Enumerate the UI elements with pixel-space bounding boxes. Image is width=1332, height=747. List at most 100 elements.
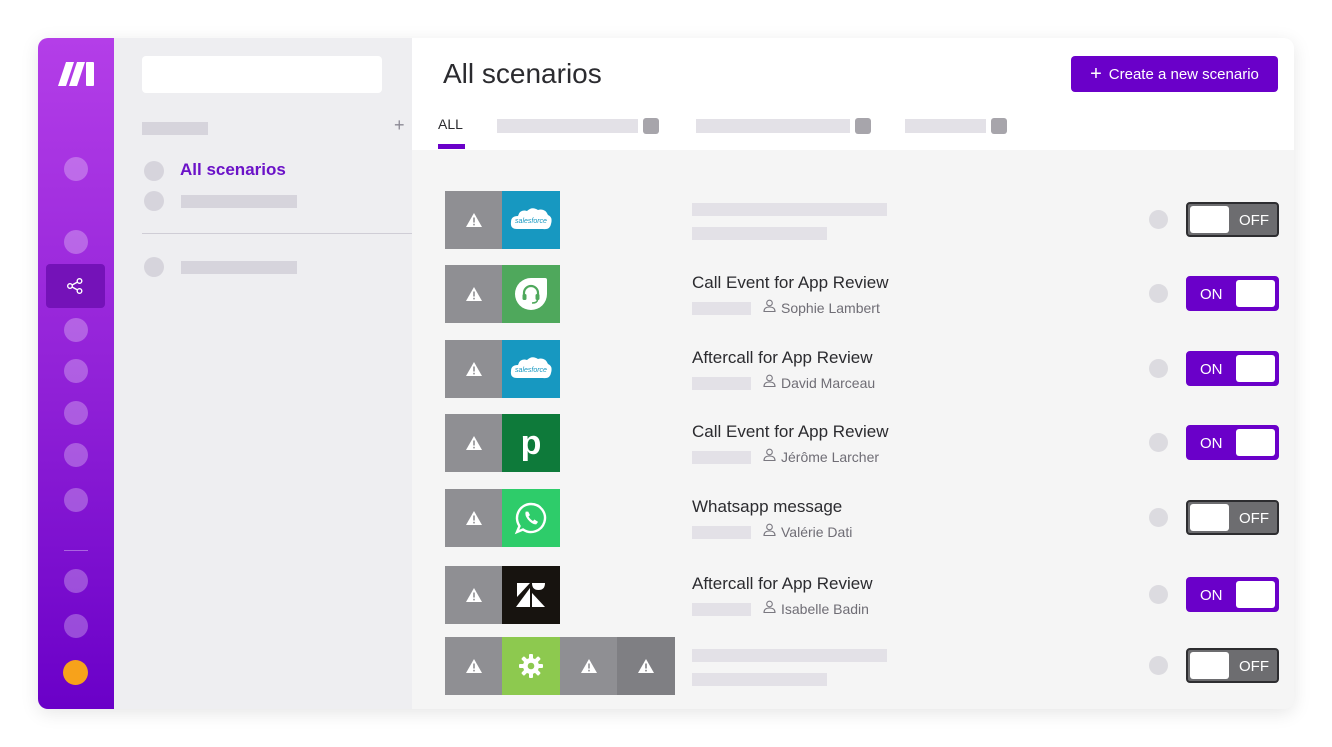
scenario-row[interactable]: salesforce Aftercall for App Review Davi… [412,340,1294,398]
folder-icon [144,191,164,211]
tab-all[interactable]: ALL [438,116,463,132]
scenario-row[interactable]: Call Event for App Review Sophie Lambert… [412,265,1294,323]
folder-item-all-scenarios[interactable]: All scenarios [180,160,286,180]
scenario-toggle[interactable]: ON [1186,276,1279,311]
nav-item[interactable] [64,230,88,254]
scenario-author: David Marceau [781,375,876,391]
salesforce-icon: salesforce [502,340,560,398]
pipedrive-icon: p [502,414,560,472]
nav-rail [38,38,114,709]
nav-item[interactable] [64,614,88,638]
scenario-meta-placeholder [692,673,827,686]
warning-icon [445,637,503,695]
nav-item[interactable] [64,488,88,512]
tab-placeholder[interactable] [696,119,850,133]
toggle-knob [1190,206,1229,233]
scenario-name[interactable]: Call Event for App Review [692,273,889,293]
scenario-row[interactable]: OFF [412,637,1294,695]
status-indicator [1149,359,1168,378]
scenario-name[interactable]: Whatsapp message [692,497,842,517]
folders-heading-placeholder [142,122,208,135]
person-icon [763,448,776,466]
page-title: All scenarios [443,58,602,89]
scenario-row[interactable]: salesforce OFF [412,191,1294,249]
tab-placeholder[interactable] [497,119,638,133]
scenario-meta: Jérôme Larcher [692,448,879,466]
tab-count-badge [991,118,1007,134]
scenario-toggle[interactable]: ON [1186,351,1279,386]
active-tab-indicator [438,144,465,149]
toggle-label: ON [1200,361,1223,378]
nav-item[interactable] [64,569,88,593]
warning-icon [617,637,675,695]
scenario-name[interactable]: Call Event for App Review [692,422,889,442]
toggle-knob [1190,504,1229,531]
nav-item-scenarios[interactable] [46,264,105,308]
search-input[interactable] [142,56,382,93]
status-indicator [1149,508,1168,527]
tab-placeholder[interactable] [905,119,986,133]
meta-placeholder [692,450,751,464]
scenario-toggle[interactable]: OFF [1186,202,1279,237]
toggle-knob [1190,652,1229,679]
create-scenario-button[interactable]: + Create a new scenario [1071,56,1278,92]
toggle-label: ON [1200,286,1223,303]
salesforce-icon: salesforce [502,191,560,249]
folder-item-placeholder[interactable] [181,261,297,274]
tab-count-badge [643,118,659,134]
person-icon [763,374,776,392]
scenario-meta: Valérie Dati [692,523,852,541]
scenario-row[interactable]: Whatsapp message Valérie Dati OFF [412,489,1294,547]
nav-item[interactable] [64,401,88,425]
create-scenario-label: Create a new scenario [1108,65,1259,83]
scenario-row[interactable]: p Call Event for App Review Jérôme Larch… [412,414,1294,472]
warning-icon [445,191,503,249]
whatsapp-icon [502,489,560,547]
scenario-toggle[interactable]: OFF [1186,648,1279,683]
nav-item[interactable] [64,359,88,383]
scenario-toggle[interactable]: ON [1186,577,1279,612]
freshdesk-icon [502,265,560,323]
toggle-knob [1236,355,1275,382]
nav-item[interactable] [64,443,88,467]
scenario-author: Jérôme Larcher [781,449,880,465]
scenario-meta: Isabelle Badin [692,600,869,618]
status-indicator [1149,585,1168,604]
plus-icon[interactable]: + [394,116,405,134]
salesforce-wordmark: salesforce [515,218,547,225]
status-indicator [1149,210,1168,229]
scenario-meta: David Marceau [692,374,875,392]
scenario-row[interactable]: Aftercall for App Review Isabelle Badin … [412,566,1294,624]
user-avatar[interactable] [63,660,88,685]
meta-placeholder [692,301,751,315]
scenario-name[interactable]: Aftercall for App Review [692,348,872,368]
meta-placeholder [692,602,751,616]
folder-item-placeholder[interactable] [181,195,297,208]
app-window: + All scenarios All scenarios + Create a… [38,38,1294,709]
tab-count-badge [855,118,871,134]
scenario-name[interactable]: Aftercall for App Review [692,574,872,594]
gear-icon [502,637,560,695]
zendesk-icon [502,566,560,624]
status-indicator [1149,433,1168,452]
toggle-knob [1236,581,1275,608]
scenario-toggle[interactable]: OFF [1186,500,1279,535]
make-logo-icon[interactable] [56,60,96,88]
folder-icon [144,257,164,277]
person-icon [763,523,776,541]
scenario-meta: Sophie Lambert [692,299,880,317]
toggle-label: OFF [1239,658,1269,675]
warning-icon [445,566,503,624]
toggle-label: ON [1200,587,1223,604]
nav-item[interactable] [64,318,88,342]
folder-icon [144,161,164,181]
scenario-toggle[interactable]: ON [1186,425,1279,460]
warning-icon [445,414,503,472]
nav-item[interactable] [64,157,88,181]
person-icon [763,600,776,618]
plus-icon: + [1090,63,1102,85]
scenario-name-placeholder [692,649,887,662]
meta-placeholder [692,525,751,539]
page-header: All scenarios + Create a new scenario AL… [412,38,1294,150]
warning-icon [445,340,503,398]
